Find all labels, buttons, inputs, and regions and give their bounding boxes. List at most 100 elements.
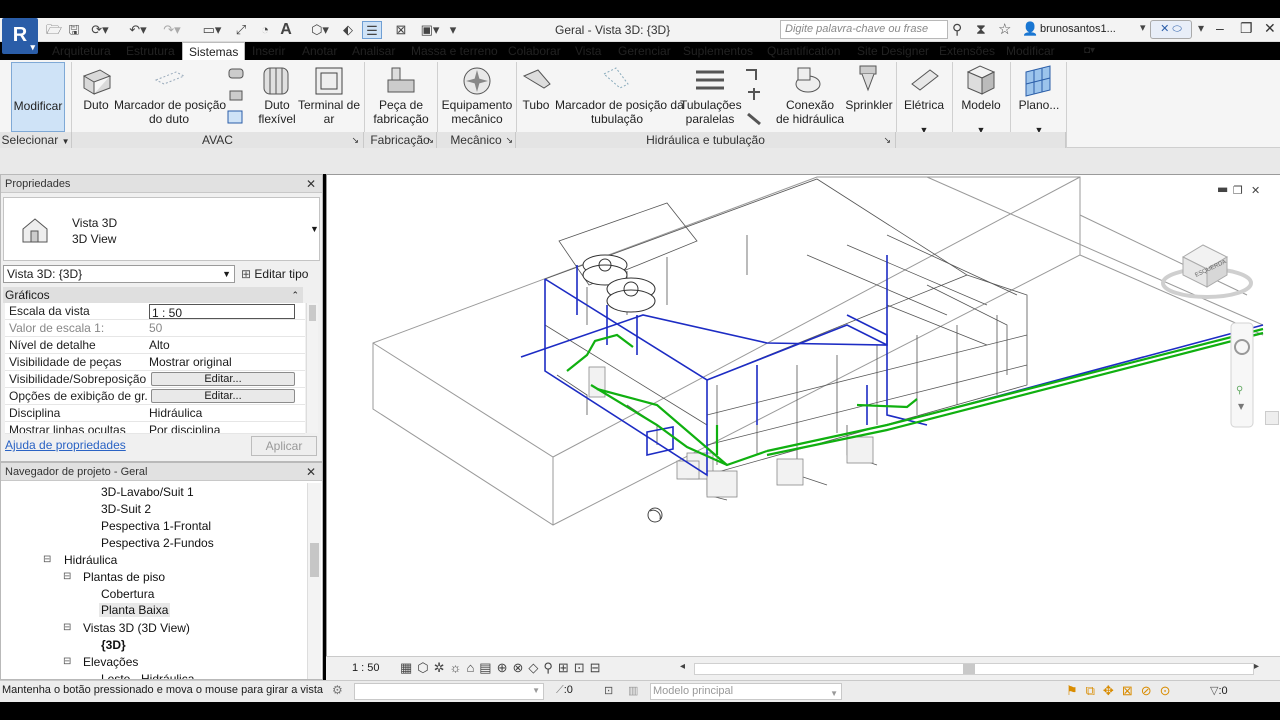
tree-item[interactable]: Hidráulica: [64, 553, 117, 567]
pipe-label: Tubo: [522, 98, 550, 112]
tree-item[interactable]: Cobertura: [101, 587, 154, 601]
prop-row-parts[interactable]: Visibilidade de peças Mostrar original: [5, 354, 305, 371]
browser-scrollbar[interactable]: [307, 483, 321, 679]
view-selector[interactable]: Vista 3D: {3D} ▼: [3, 265, 235, 283]
viewport-vscroll[interactable]: [1265, 411, 1279, 425]
selection-filter-icons[interactable]: ⚑⧉✥⊠⊘⊙: [1066, 683, 1179, 699]
prop-key: Escala da vista: [9, 304, 90, 318]
flex-duct-button[interactable]: Duto flexível: [256, 62, 298, 132]
pipe-placeholder-button[interactable]: Marcador de posição da tubulação: [555, 62, 684, 132]
close-icon[interactable]: ✕: [306, 463, 316, 481]
parallel-pipes-button[interactable]: Tubulações paralelas: [680, 62, 742, 132]
sprinkler-button[interactable]: Sprinkler: [845, 62, 893, 132]
prop-value: 50: [149, 321, 163, 335]
prop-key: Opções de exibição de gr...: [9, 389, 147, 403]
3d-viewport[interactable]: ESQUERDA ⚲ ▼ ▬ ❐ ✕: [326, 174, 1280, 656]
properties-scrollbar[interactable]: [306, 303, 318, 433]
prop-value: Mostrar original: [149, 355, 232, 369]
building-model-drawing: ESQUERDA ⚲ ▼ ▬ ❐ ✕: [372, 176, 1264, 526]
apply-button[interactable]: Aplicar: [251, 436, 317, 456]
scroll-thumb[interactable]: [310, 543, 319, 577]
editable-only-toggle[interactable]: ⟋:0: [556, 684, 573, 697]
panel-fabricacao[interactable]: Fabricação ↘: [364, 132, 437, 148]
pipe-button[interactable]: Tubo: [520, 62, 552, 132]
model-dropdown[interactable]: Modelo principal ▼: [650, 683, 842, 700]
tree-item[interactable]: 3D-Lavabo/Suit 1: [101, 485, 194, 499]
scroll-right-icon[interactable]: ▸: [1254, 661, 1259, 672]
collapse-tree-icon[interactable]: ⊟: [63, 622, 71, 633]
model-button[interactable]: Modelo ▼: [956, 62, 1006, 135]
chevron-down-icon[interactable]: ▼: [1238, 402, 1245, 411]
panel-selecionar[interactable]: Selecionar ▼: [0, 132, 72, 148]
tree-item[interactable]: Planta Baixa: [99, 603, 171, 617]
collapse-tree-icon[interactable]: ⊟: [63, 656, 71, 667]
design-options-icon[interactable]: ⊡: [604, 684, 613, 697]
launcher-icon[interactable]: ↘: [883, 132, 891, 148]
panel-hidraulica-label: Hidráulica e tubulação: [646, 133, 765, 147]
scroll-thumb[interactable]: [309, 305, 316, 321]
properties-help-link[interactable]: Ajuda de propriedades: [5, 438, 126, 452]
modificar-button[interactable]: Modificar: [11, 62, 65, 132]
navigation-bar[interactable]: ⚲ ▼: [1230, 322, 1254, 428]
prop-row-hidden-lines[interactable]: Mostrar linhas ocultas Por disciplina: [5, 422, 305, 434]
panel-hidraulica-tubulacao[interactable]: Hidráulica e tubulação ↘: [516, 132, 896, 148]
view-scale[interactable]: 1 : 50: [352, 662, 380, 674]
tree-item[interactable]: Leste - Hidráulica: [101, 672, 194, 679]
tree-item[interactable]: Elevações: [83, 655, 138, 669]
work-plane-label: Plano...: [1018, 98, 1060, 112]
filter-toggle[interactable]: ▽:0: [1210, 684, 1228, 697]
panel-mecanico[interactable]: Mecânico ↘: [437, 132, 516, 148]
prop-key: Mostrar linhas ocultas: [9, 423, 126, 434]
tree-item-active-view[interactable]: {3D}: [101, 638, 126, 652]
workset-dropdown[interactable]: ▼: [354, 683, 544, 700]
view-control-icons[interactable]: ▦⬡✲☼⌂▤⊕⊗◇⚲⊞⊡⊟: [400, 660, 606, 676]
type-name: Vista 3D: [72, 216, 118, 230]
plumbing-fixture-button[interactable]: Conexão de hidráulica: [776, 62, 844, 132]
panel-avac[interactable]: AVAC ↘: [72, 132, 364, 148]
air-terminal-button[interactable]: Terminal de ar: [298, 62, 360, 132]
edit-visibility-button[interactable]: Editar...: [151, 372, 295, 386]
launcher-icon[interactable]: ↘: [351, 132, 359, 148]
tree-item[interactable]: Pespectiva 1-Frontal: [101, 519, 211, 533]
horizontal-scrollbar[interactable]: [694, 663, 1254, 675]
viewport-restore-icon[interactable]: ❐: [1233, 184, 1243, 197]
work-plane-button[interactable]: Plano... ▼: [1014, 62, 1064, 135]
launcher-icon[interactable]: ↘: [505, 132, 513, 148]
prop-row-display: Opções de exibição de gr... Editar...: [5, 388, 305, 405]
collapse-tree-icon[interactable]: ⊟: [43, 554, 51, 565]
scale-input[interactable]: 1 : 50: [149, 304, 295, 319]
tree-item[interactable]: Pespectiva 2-Fundos: [101, 536, 214, 550]
tree-item[interactable]: Vistas 3D (3D View): [83, 621, 190, 635]
section-header-graficos[interactable]: Gráficos ⌃: [3, 287, 303, 303]
orbit-cursor-icon: [647, 507, 663, 523]
launcher-icon[interactable]: ↘: [426, 132, 434, 148]
prop-row-detail[interactable]: Nível de detalhe Alto: [5, 337, 305, 354]
properties-palette: Propriedades ✕ Vista 3D 3D View ▼ Vista 3…: [0, 174, 323, 462]
selection-icon[interactable]: ⚙: [332, 683, 343, 697]
zoom-icon[interactable]: ⚲: [1236, 385, 1243, 396]
view-control-bar: 1 : 50 ▦⬡✲☼⌂▤⊕⊗◇⚲⊞⊡⊟ ◂ ▸: [326, 656, 1280, 680]
fabrication-part-button[interactable]: Peça de fabricação: [370, 62, 432, 132]
type-selector[interactable]: Vista 3D 3D View ▼: [3, 197, 320, 261]
edit-type-button[interactable]: ⊞ Editar tipo: [241, 265, 308, 283]
collapse-tree-icon[interactable]: ⊟: [63, 571, 71, 582]
collapse-icon[interactable]: ⌃: [291, 287, 299, 303]
duto-button[interactable]: Duto: [80, 62, 112, 132]
air-terminal-label: Terminal de ar: [298, 98, 361, 126]
electrical-button[interactable]: Elétrica ▼: [900, 62, 948, 135]
viewport-close-icon[interactable]: ✕: [1251, 184, 1260, 197]
tree-item[interactable]: Plantas de piso: [83, 570, 165, 584]
duct-placeholder-button[interactable]: Marcador de posição do duto: [114, 62, 226, 132]
viewport-minimize-icon[interactable]: ▬: [1217, 182, 1228, 196]
scroll-thumb[interactable]: [963, 664, 975, 674]
close-icon[interactable]: ✕: [306, 175, 316, 193]
edit-type-label: Editar tipo: [254, 267, 309, 281]
chevron-down-icon: ▼: [310, 224, 319, 234]
prop-key: Visibilidade/Sobreposição...: [9, 372, 147, 386]
tree-item[interactable]: 3D-Suit 2: [101, 502, 151, 516]
mechanical-equipment-button[interactable]: Equipamento mecânico: [440, 62, 514, 132]
scroll-left-icon[interactable]: ◂: [680, 661, 685, 672]
edit-display-button[interactable]: Editar...: [151, 389, 295, 403]
prop-row-discipline[interactable]: Disciplina Hidráulica: [5, 405, 305, 422]
design-options-toggle-icon[interactable]: ▥: [628, 684, 638, 697]
